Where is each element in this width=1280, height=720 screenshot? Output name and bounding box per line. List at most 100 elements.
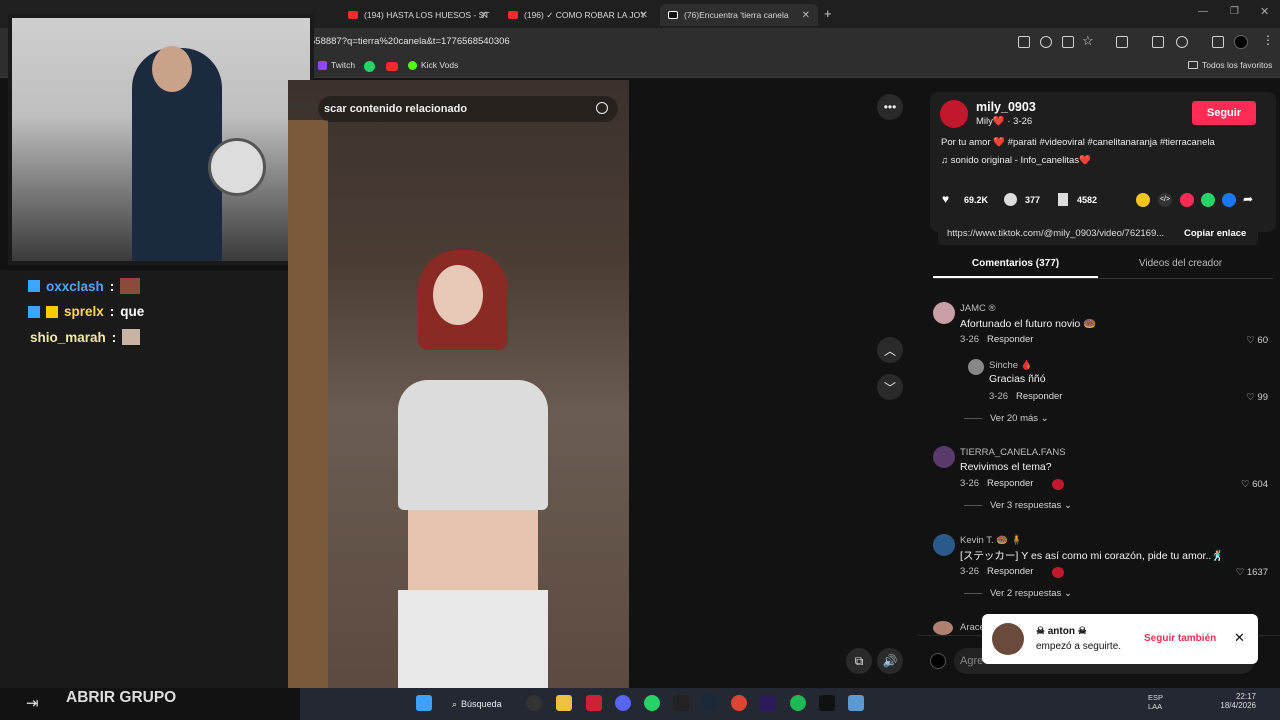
tab-hasta-los-huesos[interactable]: (194) HASTA LOS HUESOS - ST ✕ <box>340 4 496 26</box>
address-bar[interactable]: 558887?q=tierra%20canela&t=1776568540306 <box>310 32 1010 52</box>
commenter-avatar[interactable] <box>933 302 955 324</box>
comment-likes[interactable]: ♡ 99 <box>1246 392 1268 403</box>
follower-avatar[interactable] <box>992 623 1024 655</box>
comment-username[interactable]: JAMC ® <box>960 303 996 314</box>
tab-tiktok-search[interactable]: (76)Encuentra 'tierra canela ✕ <box>660 4 818 26</box>
translate-icon[interactable] <box>1018 36 1030 48</box>
creator-avatar[interactable] <box>940 100 968 128</box>
view-more-replies[interactable]: Ver 3 respuestas ⌄ <box>964 500 1072 511</box>
commenter-avatar[interactable] <box>933 621 953 635</box>
youtube-bookmark-icon[interactable] <box>386 62 398 71</box>
previous-video-button[interactable]: ︿ <box>877 337 903 363</box>
follow-button[interactable]: Seguir <box>1192 101 1256 125</box>
post-link[interactable]: https://www.tiktok.com/@mily_0903/video/… <box>947 228 1164 239</box>
password-key-icon[interactable] <box>1062 36 1074 48</box>
bookmark-twitch[interactable]: Twitch <box>318 60 355 70</box>
clock[interactable]: 22:17 18/4/2026 <box>1212 692 1256 710</box>
close-tab-icon[interactable]: ✕ <box>480 10 488 21</box>
close-icon[interactable]: ✕ <box>1234 630 1245 646</box>
heart-icon[interactable]: ♥ <box>942 192 949 206</box>
premiere-icon[interactable] <box>760 695 776 711</box>
minimize-icon[interactable]: — <box>1198 6 1208 17</box>
obs-icon[interactable] <box>526 695 542 711</box>
commenter-avatar[interactable] <box>933 534 955 556</box>
whatsapp-taskbar-icon[interactable] <box>644 695 660 711</box>
epic-games-icon[interactable] <box>673 695 689 711</box>
whatsapp-icon[interactable] <box>364 61 375 72</box>
embed-icon[interactable]: </> <box>1158 193 1172 207</box>
extension-icon[interactable] <box>1152 36 1164 48</box>
bookmark-icon[interactable] <box>1058 193 1068 206</box>
commenter-avatar[interactable] <box>933 446 955 468</box>
tiktok-video-player[interactable] <box>288 80 629 690</box>
twitch-icon <box>318 60 327 70</box>
tiktok-taskbar-icon[interactable] <box>819 695 835 711</box>
close-window-icon[interactable]: ✕ <box>1260 5 1269 18</box>
taskbar-search[interactable]: ⌕ Búsqueda <box>452 695 502 713</box>
chat-message: shio_marah: <box>30 329 141 345</box>
reply-button[interactable]: Responder <box>987 334 1033 345</box>
bookmark-kick-vods[interactable]: Kick Vods <box>408 60 458 70</box>
file-explorer-icon[interactable] <box>556 695 572 711</box>
reply-button[interactable]: Responder <box>987 478 1033 489</box>
share-arrow-icon[interactable]: ➦ <box>1243 192 1253 206</box>
reply-button[interactable]: Responder <box>1016 391 1062 402</box>
language-indicator[interactable]: ESP LAA <box>1148 693 1170 711</box>
tab-creator-videos[interactable]: Videos del creador <box>1098 258 1263 269</box>
search-icon: ⌕ <box>452 698 458 709</box>
view-more-replies[interactable]: Ver 2 respuestas ⌄ <box>964 588 1072 599</box>
coin-icon[interactable] <box>1136 193 1150 207</box>
creator-username[interactable]: mily_0903 <box>976 100 1036 114</box>
close-tab-icon[interactable]: ✕ <box>640 10 648 21</box>
comment-icon[interactable] <box>1004 193 1017 206</box>
close-tab-icon[interactable]: ✕ <box>802 10 810 21</box>
app-icon[interactable] <box>586 695 602 711</box>
follow-back-button[interactable]: Seguir también <box>1144 633 1216 644</box>
send-icon[interactable] <box>1180 193 1194 207</box>
comment-username[interactable]: Kevin T. 🍩 🧍 <box>960 535 1023 546</box>
follower-name[interactable]: ☠ anton ☠ <box>1036 626 1087 637</box>
comment-date: 3-26 <box>960 478 980 489</box>
search-icon[interactable] <box>596 102 608 114</box>
comment-likes[interactable]: ♡ 60 <box>1246 335 1268 346</box>
mini-player-button[interactable]: ⧉ <box>846 648 872 674</box>
comment-likes[interactable]: ♡ 1637 <box>1236 567 1268 578</box>
spotify-icon[interactable] <box>790 695 806 711</box>
menu-kebab-icon[interactable]: ⋮ <box>1262 33 1274 47</box>
media-controls-icon[interactable] <box>1212 36 1224 48</box>
speaker-icon: 🔊 <box>882 654 898 668</box>
profile-avatar[interactable] <box>1234 35 1248 49</box>
comment-username[interactable]: TIERRA_CANELA.FANS <box>960 447 1066 458</box>
comment-username[interactable]: Sinche 🩸 <box>989 360 1033 371</box>
bookmark-all-favorites[interactable]: Todos los favoritos <box>1188 60 1272 70</box>
volume-button[interactable]: 🔊 <box>877 648 903 674</box>
extensions-icon[interactable] <box>1116 36 1128 48</box>
music-row[interactable]: ♫ sonido original - Info_canelitas❤️ <box>941 155 1091 166</box>
person-pants <box>398 590 548 690</box>
comment-likes[interactable]: ♡ 604 <box>1241 479 1268 490</box>
cast-icon[interactable] <box>1040 36 1052 48</box>
related-search-input[interactable]: scar contenido relacionado <box>318 96 618 122</box>
next-video-button[interactable]: ﹀ <box>877 374 903 400</box>
facebook-share-icon[interactable] <box>1222 193 1236 207</box>
new-tab-icon[interactable]: + <box>824 6 832 21</box>
heart-outline-icon: ♡ <box>1235 567 1245 578</box>
chrome-icon[interactable] <box>731 695 747 711</box>
reply-button[interactable]: Responder <box>987 566 1033 577</box>
tab-comments[interactable]: Comentarios (377) <box>933 258 1098 269</box>
door-frame <box>288 120 328 690</box>
app-icon[interactable] <box>848 695 864 711</box>
view-more-replies[interactable]: Ver 20 más ⌄ <box>964 413 1049 424</box>
discord-icon[interactable] <box>615 695 631 711</box>
bookmark-star-icon[interactable]: ☆ <box>1082 33 1094 49</box>
performance-icon[interactable] <box>1176 36 1188 48</box>
whatsapp-share-icon[interactable] <box>1201 193 1215 207</box>
windows-start-icon[interactable] <box>416 695 432 711</box>
copy-link-button[interactable]: Copiar enlace <box>1184 228 1246 239</box>
commenter-avatar[interactable] <box>968 359 984 375</box>
tab-como-robar[interactable]: (196) ✓ COMO ROBAR LA JOY ✕ <box>500 4 656 26</box>
maximize-icon[interactable]: ❐ <box>1230 6 1239 17</box>
more-options-button[interactable]: ••• <box>877 94 903 120</box>
open-group-label[interactable]: ABRIR GRUPO <box>66 689 176 707</box>
steam-icon[interactable] <box>702 695 718 711</box>
